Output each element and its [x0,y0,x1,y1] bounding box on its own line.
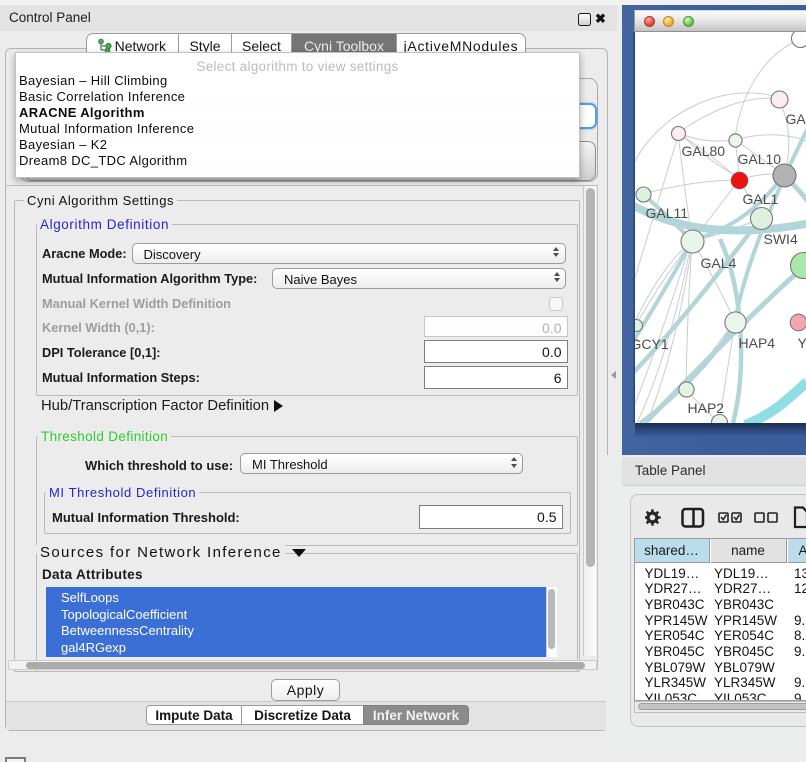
svg-text:GAL11: GAL11 [645,205,688,221]
svg-text:GAL: GAL [785,111,806,127]
svg-text:GAL10: GAL10 [737,151,781,167]
svg-text:HAP4: HAP4 [738,335,775,351]
svg-text:GAL4: GAL4 [700,255,736,271]
svg-text:Y: Y [797,335,806,351]
svg-text:SWI4: SWI4 [763,231,797,247]
svg-text:GCY1: GCY1 [635,336,669,352]
svg-text:HAP2: HAP2 [687,400,724,416]
svg-text:GAL1: GAL1 [742,191,778,207]
svg-text:GAL80: GAL80 [681,143,725,159]
